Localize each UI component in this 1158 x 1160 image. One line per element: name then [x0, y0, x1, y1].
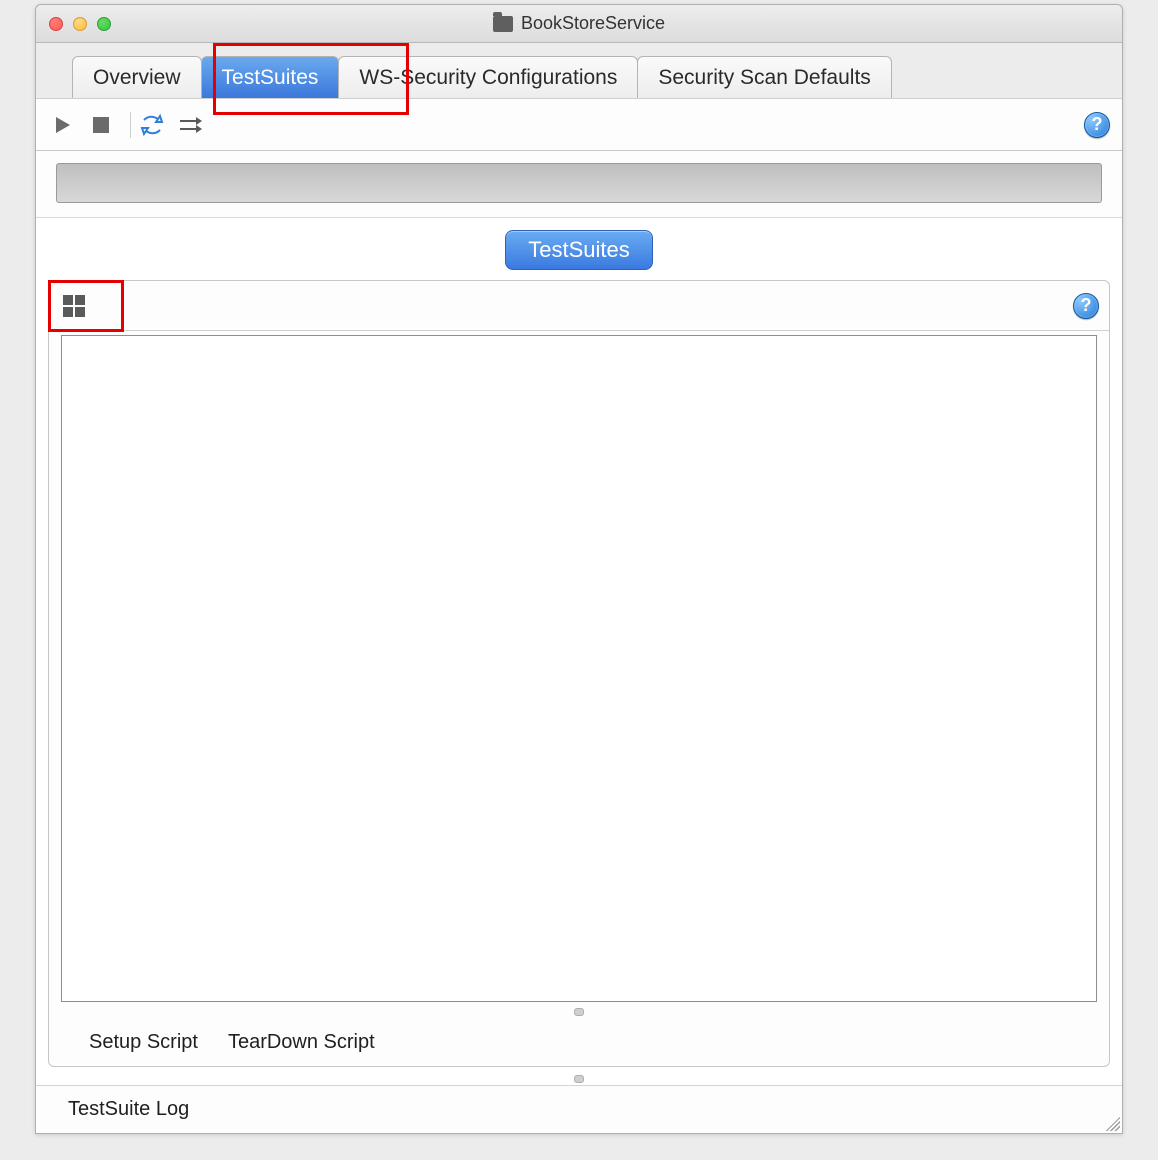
testsuites-panel: ? Setup Script TearDown Script [48, 280, 1110, 1067]
panel-toolbar: ? [49, 281, 1109, 331]
footer-row: TestSuite Log [36, 1085, 1122, 1133]
scripts-row: Setup Script TearDown Script [49, 1018, 1109, 1066]
play-icon [53, 115, 73, 135]
question-icon: ? [1092, 114, 1103, 135]
splitter-handle-inner[interactable] [49, 1006, 1109, 1018]
stop-icon [92, 116, 110, 134]
teardown-script-tab[interactable]: TearDown Script [228, 1031, 375, 1054]
loop-button[interactable] [137, 110, 167, 140]
tab-label: Overview [93, 66, 181, 90]
parallel-arrows-icon [178, 115, 202, 135]
run-button[interactable] [48, 110, 78, 140]
tab-testsuites[interactable]: TestSuites [201, 56, 340, 98]
help-button[interactable]: ? [1084, 112, 1110, 138]
toolbar-divider [130, 112, 131, 138]
titlebar: BookStoreService [36, 5, 1122, 43]
main-content: ? TestSuites ? [36, 99, 1122, 1133]
teardown-script-label: TearDown Script [228, 1031, 375, 1053]
parallel-button[interactable] [175, 110, 205, 140]
splitter-handle-outer[interactable] [36, 1073, 1122, 1085]
close-window-button[interactable] [49, 17, 63, 31]
window-title: BookStoreService [521, 13, 665, 34]
progress-bar [56, 163, 1102, 203]
panel-header-button[interactable]: TestSuites [505, 230, 653, 270]
tab-label: WS-Security Configurations [359, 66, 617, 90]
annotation-highlight-grid [48, 280, 124, 332]
setup-script-tab[interactable]: Setup Script [89, 1031, 198, 1054]
window-controls [49, 17, 111, 31]
panel-header-label: TestSuites [528, 237, 630, 262]
setup-script-label: Setup Script [89, 1031, 198, 1053]
panel-header: TestSuites [48, 222, 1110, 278]
question-icon: ? [1081, 295, 1092, 316]
panel-help-button[interactable]: ? [1073, 293, 1099, 319]
tab-label: TestSuites [222, 66, 319, 90]
testsuite-log-label: TestSuite Log [68, 1098, 189, 1120]
tab-security-scan-defaults[interactable]: Security Scan Defaults [637, 56, 891, 98]
testsuites-list[interactable] [61, 335, 1097, 1002]
panel-wrap: TestSuites ? Setup Script [36, 218, 1122, 1073]
testsuite-log-tab[interactable]: TestSuite Log [68, 1098, 189, 1121]
window: BookStoreService Overview TestSuites WS-… [35, 4, 1123, 1134]
tab-ws-security[interactable]: WS-Security Configurations [338, 56, 638, 98]
tab-label: Security Scan Defaults [658, 66, 870, 90]
tab-overview[interactable]: Overview [72, 56, 202, 98]
tabs-row: Overview TestSuites WS-Security Configur… [36, 43, 1122, 99]
resize-grip[interactable] [1102, 1113, 1120, 1131]
stop-button[interactable] [86, 110, 116, 140]
toolbar: ? [36, 99, 1122, 151]
progress-row [36, 151, 1122, 218]
zoom-window-button[interactable] [97, 17, 111, 31]
minimize-window-button[interactable] [73, 17, 87, 31]
cycle-arrows-icon [140, 114, 164, 136]
folder-icon [493, 16, 513, 32]
